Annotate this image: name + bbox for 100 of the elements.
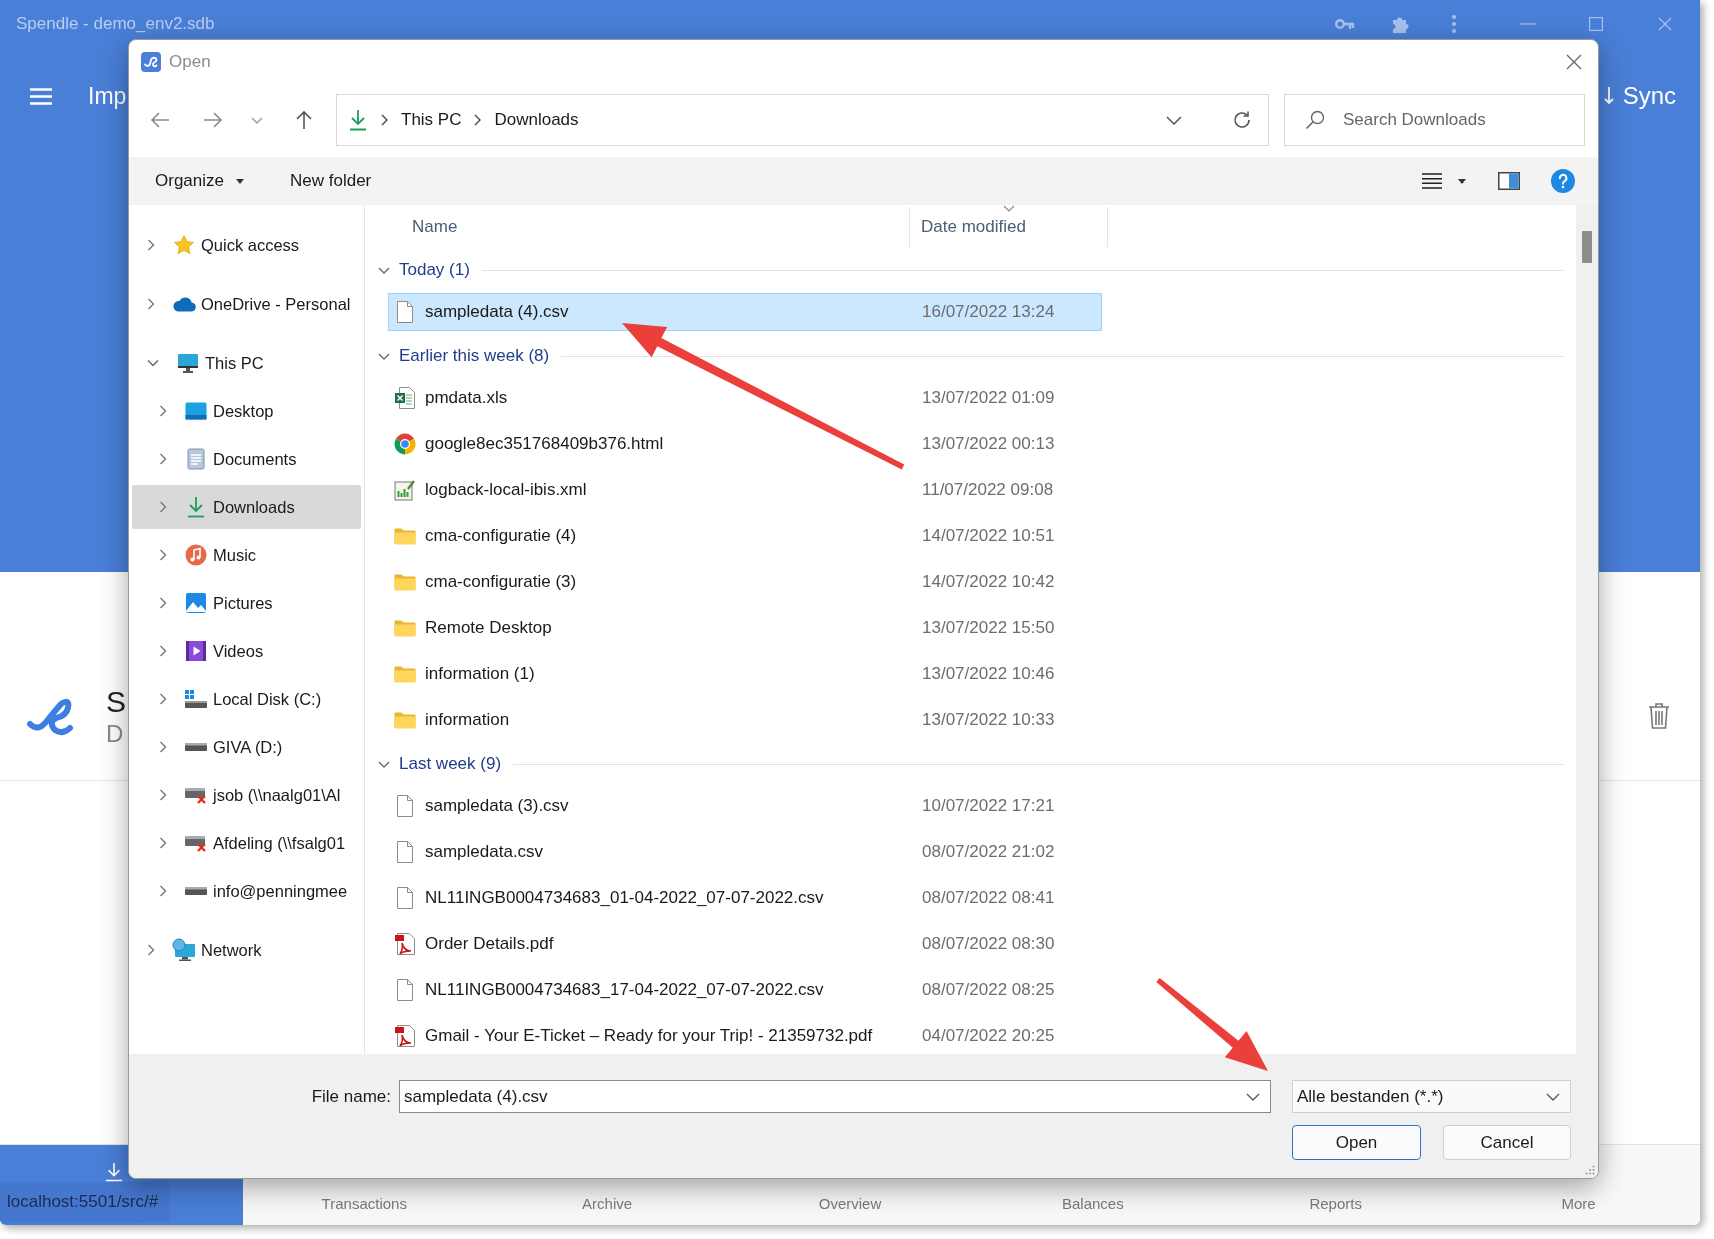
file-date: 14/07/2022 10:42	[922, 572, 1055, 592]
file-row[interactable]: sampledata (4).csv 16/07/2022 13:24	[388, 293, 1102, 331]
file-name: sampledata.csv	[425, 842, 545, 862]
download-icon	[348, 109, 368, 131]
nav-item[interactable]: Downloads	[132, 485, 361, 529]
group-header[interactable]: Today (1)	[365, 260, 470, 280]
nav-tab[interactable]: Balances	[971, 1145, 1215, 1225]
file-date: 13/07/2022 10:46	[922, 664, 1055, 684]
column-header[interactable]: Name	[365, 207, 910, 247]
nav-item[interactable]: Videos	[132, 629, 361, 673]
file-row[interactable]: cma-configuratie (4) 14/07/2022 10:51	[388, 517, 1102, 555]
file-icon	[396, 841, 414, 863]
cloud-icon	[172, 296, 196, 312]
nav-tab[interactable]: Transactions	[242, 1145, 486, 1225]
key-icon[interactable]	[1335, 18, 1355, 30]
file-row[interactable]: cma-configuratie (3) 14/07/2022 10:42	[388, 563, 1102, 601]
file-name: Remote Desktop	[425, 618, 553, 638]
file-name-field[interactable]: sampledata (4).csv	[399, 1080, 1271, 1113]
arrow-up-icon[interactable]	[295, 110, 313, 130]
refresh-icon[interactable]	[1232, 110, 1252, 130]
file-row[interactable]: pmdata.xls 13/07/2022 01:09	[388, 379, 1102, 417]
file-row[interactable]: information 13/07/2022 10:33	[388, 701, 1102, 739]
trash-icon[interactable]	[1648, 702, 1670, 730]
file-date: 13/07/2022 01:09	[922, 388, 1055, 408]
nav-item[interactable]: Pictures	[132, 581, 361, 625]
nav-item[interactable]: jsob (\\naalg01\Al	[132, 773, 361, 817]
file-name: information (1)	[425, 664, 536, 684]
nav-item[interactable]: GIVA (D:)	[132, 725, 361, 769]
file-row[interactable]: information (1) 13/07/2022 10:46	[388, 655, 1102, 693]
list-view-icon[interactable]	[1422, 173, 1442, 189]
field-label: File name:	[311, 1086, 391, 1107]
file-row[interactable]: NL11INGB0004734683_01-04-2022_07-07-2022.csv 08/07/2022 08:41	[388, 879, 1102, 917]
cancel-button[interactable]: Cancel	[1443, 1125, 1571, 1160]
file-name: pmdata.xls	[425, 388, 509, 408]
chevron-right-icon[interactable]	[474, 114, 482, 126]
open-button[interactable]: Open	[1292, 1125, 1421, 1160]
file-row[interactable]: google8ec351768409b376.html 13/07/2022 00:13	[388, 425, 1102, 463]
search-field[interactable]: Search Downloads	[1284, 94, 1585, 146]
nav-item[interactable]: Music	[132, 533, 361, 577]
breadcrumb-item[interactable]: Downloads	[494, 110, 579, 130]
file-date: 10/07/2022 17:21	[922, 796, 1055, 816]
star-icon	[173, 234, 195, 256]
preview-pane-icon[interactable]	[1498, 172, 1520, 190]
drive-error-icon	[184, 834, 208, 852]
nav-tab[interactable]: Overview	[728, 1145, 972, 1225]
organize-button[interactable]: Organize	[155, 171, 244, 191]
picture-icon	[185, 592, 207, 614]
nav-item[interactable]: Network	[132, 928, 361, 972]
chevron-down-icon[interactable]	[251, 116, 263, 124]
file-icon	[396, 795, 414, 817]
resize-grip-icon[interactable]	[1585, 1165, 1595, 1175]
file-row[interactable]: Gmail - Your E-Ticket – Ready for your Trip! - 21359732.pdf 04/07/2022 20:25	[388, 1017, 1102, 1054]
more-icon[interactable]	[1452, 15, 1456, 33]
nav-item[interactable]: This PC	[132, 341, 361, 385]
nav-item[interactable]: Quick access	[132, 223, 361, 267]
nav-item[interactable]: Local Disk (C:)	[132, 677, 361, 721]
scrollbar-thumb[interactable]	[1582, 231, 1592, 263]
file-name: NL11INGB0004734683_01-04-2022_07-07-2022.csv	[425, 888, 825, 908]
maximize-icon[interactable]	[1589, 17, 1603, 31]
download-icon	[186, 496, 206, 518]
spreadsheet-file-icon	[394, 387, 416, 409]
arrow-right-icon[interactable]	[203, 111, 223, 129]
breadcrumb-item[interactable]: This PC	[401, 110, 462, 130]
arrow-left-icon[interactable]	[150, 111, 170, 129]
network-icon	[172, 938, 196, 962]
file-type-dropdown[interactable]: Alle bestanden (*.*)	[1292, 1080, 1571, 1113]
help-icon[interactable]	[1551, 169, 1575, 193]
file-date: 08/07/2022 08:25	[922, 980, 1055, 1000]
nav-item[interactable]: OneDrive - Personal	[132, 282, 361, 326]
file-row[interactable]: logback-local-ibis.xml 11/07/2022 09:08	[388, 471, 1102, 509]
address-bar[interactable]: This PC Downloads	[336, 94, 1269, 146]
group-header[interactable]: Last week (9)	[365, 754, 502, 774]
file-date: 14/07/2022 10:51	[922, 526, 1055, 546]
file-name: Gmail - Your E-Ticket – Ready for your Trip! - 21359732.pdf	[425, 1026, 874, 1046]
file-row[interactable]: sampledata.csv 08/07/2022 21:02	[388, 833, 1102, 871]
nav-tab[interactable]: Archive	[485, 1145, 729, 1225]
caret-icon	[236, 178, 244, 184]
caret-icon[interactable]	[1458, 178, 1466, 184]
nav-item[interactable]: Documents	[132, 437, 361, 481]
nav-item[interactable]: info@penningmee	[132, 869, 361, 913]
menu-icon[interactable]	[30, 87, 52, 105]
file-row[interactable]: NL11INGB0004734683_17-04-2022_07-07-2022.csv 08/07/2022 08:25	[388, 971, 1102, 1009]
chevron-right-icon[interactable]	[381, 114, 388, 126]
nav-item[interactable]: Desktop	[132, 389, 361, 433]
file-row[interactable]: Order Details.pdf 08/07/2022 08:30	[388, 925, 1102, 963]
chevron-down-icon[interactable]	[147, 359, 159, 367]
close-icon[interactable]	[1566, 53, 1582, 70]
column-header[interactable]: Date modified	[910, 207, 1108, 247]
app-logo-icon	[141, 51, 161, 72]
drive-error-icon	[184, 786, 208, 804]
file-date: 04/07/2022 20:25	[922, 1026, 1055, 1046]
file-row[interactable]: Remote Desktop 13/07/2022 15:50	[388, 609, 1102, 647]
file-date: 08/07/2022 08:30	[922, 934, 1055, 954]
nav-item[interactable]: Afdeling (\\fsalg01	[132, 821, 361, 865]
sync-button[interactable]: Sync	[1603, 82, 1676, 110]
new-folder-button[interactable]: New folder	[290, 171, 372, 191]
group-header[interactable]: Earlier this week (8)	[365, 346, 550, 366]
file-row[interactable]: sampledata (3).csv 10/07/2022 17:21	[388, 787, 1102, 825]
folder-icon	[394, 665, 416, 683]
folder-icon	[394, 619, 416, 637]
